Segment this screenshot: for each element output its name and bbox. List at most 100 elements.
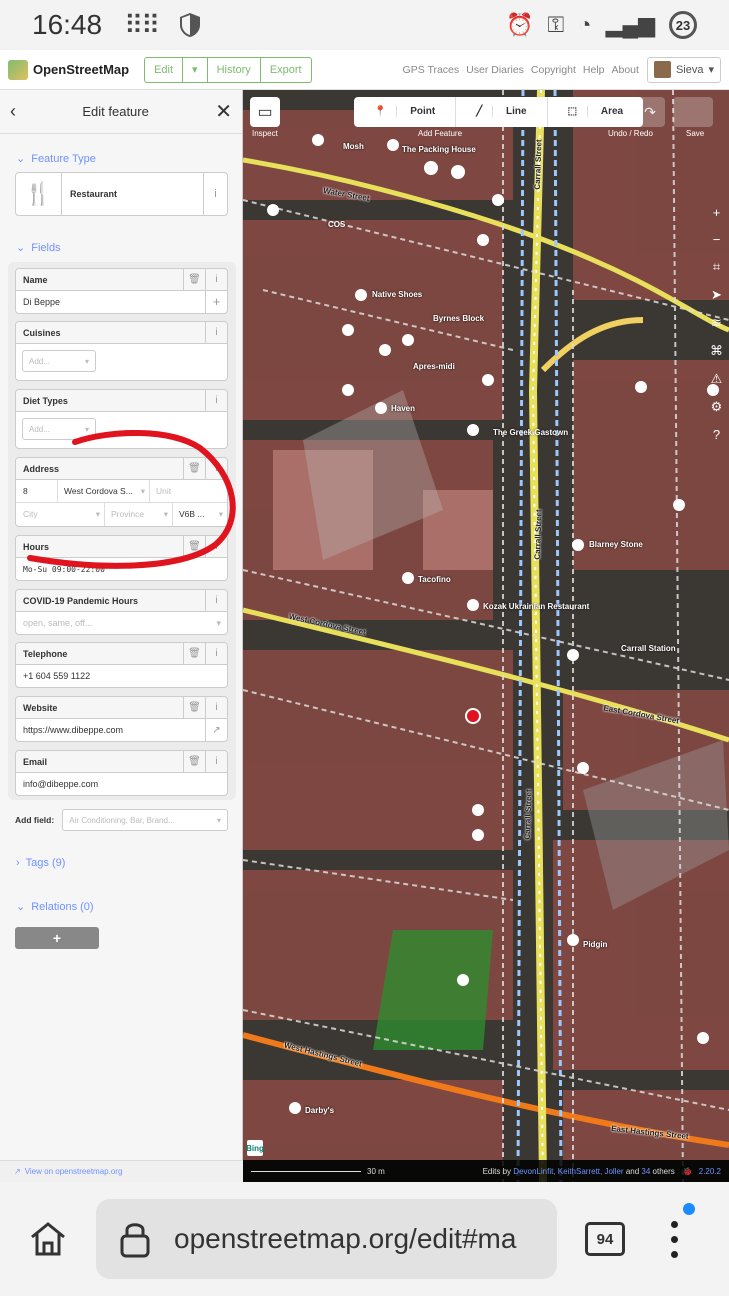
info-icon[interactable]: i — [205, 389, 227, 412]
covid-hours-field: COVID-19 Pandemic Hours i open, same, off… — [15, 589, 228, 635]
scale-bar[interactable] — [251, 1170, 361, 1172]
name-input[interactable]: Di Beppe — [23, 297, 60, 307]
nav-link-copyright[interactable]: Copyright — [531, 64, 576, 76]
zoom-out-icon[interactable]: − — [713, 232, 721, 247]
zoom-in-icon[interactable]: + — [713, 205, 721, 220]
tags-toggle[interactable]: › Tags (9) — [0, 857, 81, 869]
osm-logo-icon[interactable] — [8, 59, 28, 80]
fields-label: Fields — [31, 241, 61, 254]
feature-type-label: Feature Type — [31, 152, 96, 165]
chevron-right-icon: › — [16, 857, 20, 869]
home-icon[interactable] — [28, 1219, 68, 1259]
tags-label: Tags (9) — [25, 857, 66, 869]
poi-label[interactable]: Apres-midi — [413, 362, 455, 371]
map-data-icon[interactable]: ⌘ — [710, 343, 723, 359]
preferences-icon[interactable]: ⚙ — [711, 399, 723, 415]
map-controls: + − ⌗ ➤ ≋ ⌘ ⚠ ⚙ ? — [710, 205, 723, 442]
street-label: Carrall Street — [532, 139, 544, 190]
poi-label[interactable]: Tacofino — [418, 575, 451, 584]
poi-label[interactable]: The Greek Gastown — [493, 428, 568, 437]
save-label: Save — [686, 129, 705, 138]
add-relation-button[interactable]: + — [15, 927, 99, 949]
poi-label[interactable]: Blarney Stone — [589, 540, 643, 549]
sidebar-toggle-icon[interactable]: ▭ — [250, 97, 280, 127]
nav-link-help[interactable]: Help — [583, 64, 605, 76]
email-input[interactable]: info@dibeppe.com — [16, 773, 227, 795]
battery-indicator: 23 — [669, 11, 697, 39]
feature-type-toggle[interactable]: ⌄ Feature Type — [0, 152, 112, 166]
bug-icon[interactable]: 🐞 — [683, 1167, 693, 1176]
telephone-field: Telephone 🗑 i +1 604 559 1122 — [15, 642, 228, 688]
poi-label[interactable]: Byrnes Block — [433, 314, 484, 323]
poi-label[interactable]: Native Shoes — [372, 290, 422, 299]
tab-switcher-button[interactable]: 94 — [585, 1222, 625, 1256]
info-icon[interactable]: i — [205, 268, 227, 291]
username: Sieva — [675, 63, 704, 76]
edit-button[interactable]: Edit — [145, 57, 184, 82]
website-input[interactable]: https://www.dibeppe.com — [23, 725, 123, 735]
trash-icon[interactable]: 🗑 — [183, 696, 205, 719]
version-link[interactable]: 2.20.2 — [699, 1167, 721, 1176]
edit-button-group: Edit ▾ History Export — [144, 56, 312, 83]
url-text: openstreetmap.org/edit#ma — [174, 1223, 517, 1254]
back-icon[interactable]: ‹ — [10, 101, 16, 122]
line-icon: ╱ — [466, 106, 494, 117]
poi-label[interactable]: COS — [328, 220, 345, 229]
covid-combo[interactable]: open, same, off... ▾ — [16, 612, 227, 634]
export-button[interactable]: Export — [261, 58, 311, 82]
field-label: Name — [23, 274, 48, 285]
area-icon: ⬚ — [557, 106, 589, 117]
history-button[interactable]: History — [208, 57, 261, 82]
info-icon[interactable]: i — [203, 172, 227, 216]
trash-icon[interactable]: 🗑 — [183, 750, 205, 773]
nav-link-about[interactable]: About — [611, 64, 638, 76]
trash-icon[interactable]: 🗑 — [183, 268, 205, 291]
edit-dropdown-icon[interactable]: ▾ — [183, 57, 208, 82]
info-icon[interactable]: i — [205, 589, 227, 612]
add-area-button[interactable]: ⬚ Area — [548, 97, 643, 127]
info-icon[interactable]: i — [205, 750, 227, 773]
issues-icon[interactable]: ⚠ — [711, 371, 723, 387]
trash-icon[interactable]: 🗑 — [183, 642, 205, 665]
poi-label[interactable]: The Packing House — [402, 145, 476, 154]
wifi-icon: ◔ — [578, 12, 592, 37]
save-button[interactable] — [673, 97, 713, 127]
overflow-menu-icon[interactable] — [671, 1202, 695, 1258]
add-line-button[interactable]: ╱ Line — [456, 97, 548, 127]
fields-toggle[interactable]: ⌄ Fields — [0, 241, 77, 255]
brand-name[interactable]: OpenStreetMap — [33, 62, 129, 77]
geolocate-icon[interactable]: ➤ — [711, 287, 722, 303]
nav-link-diaries[interactable]: User Diaries — [466, 64, 524, 76]
info-icon[interactable]: i — [205, 321, 227, 344]
cuisines-field: Cuisines i Add... ▾ — [15, 321, 228, 381]
telephone-input[interactable]: +1 604 559 1122 — [16, 665, 227, 687]
info-icon[interactable]: i — [205, 696, 227, 719]
key-icon: ⚿ — [547, 12, 565, 37]
poi-label[interactable]: Pidgin — [583, 940, 607, 949]
close-icon[interactable]: ✕ — [215, 99, 232, 124]
map-view[interactable]: Water Street West Cordova Street Carrall… — [243, 90, 729, 1182]
add-field-combo[interactable]: Air Conditioning, Bar, Brand... ▾ — [62, 809, 228, 831]
poi-label[interactable]: Mosh — [343, 142, 364, 151]
poi-label[interactable]: Carrall Station — [621, 644, 676, 653]
help-icon[interactable]: ? — [713, 427, 720, 442]
osm-header: OpenStreetMap Edit ▾ History Export GPS … — [0, 50, 729, 90]
poi-label[interactable]: Kozak Ukrainian Restaurant — [483, 602, 589, 611]
info-icon[interactable]: i — [205, 642, 227, 665]
poi-label[interactable]: Haven — [391, 404, 415, 413]
zoom-to-selection-icon[interactable]: ⌗ — [713, 259, 720, 275]
nav-link-gps[interactable]: GPS Traces — [403, 64, 460, 76]
preset-selector[interactable]: 🍴 Restaurant i — [15, 172, 228, 216]
user-menu[interactable]: Sieva ▾ — [646, 56, 721, 83]
relations-toggle[interactable]: ⌄ Relations (0) — [0, 900, 110, 914]
view-on-osm-link[interactable]: ↗ View on openstreetmap.org — [0, 1160, 243, 1182]
external-link-icon[interactable]: ↗ — [205, 719, 227, 741]
add-point-button[interactable]: 📍 Point — [354, 97, 457, 127]
add-icon[interactable]: + — [205, 291, 227, 313]
cuisines-combo[interactable]: Add... ▾ — [22, 350, 96, 372]
url-bar[interactable]: openstreetmap.org/edit#ma — [96, 1199, 557, 1279]
poi-label[interactable]: Darby's — [305, 1106, 334, 1115]
lock-icon[interactable] — [118, 1219, 152, 1259]
red-annotation-scribble — [27, 430, 236, 569]
layers-icon[interactable]: ≋ — [711, 315, 722, 331]
